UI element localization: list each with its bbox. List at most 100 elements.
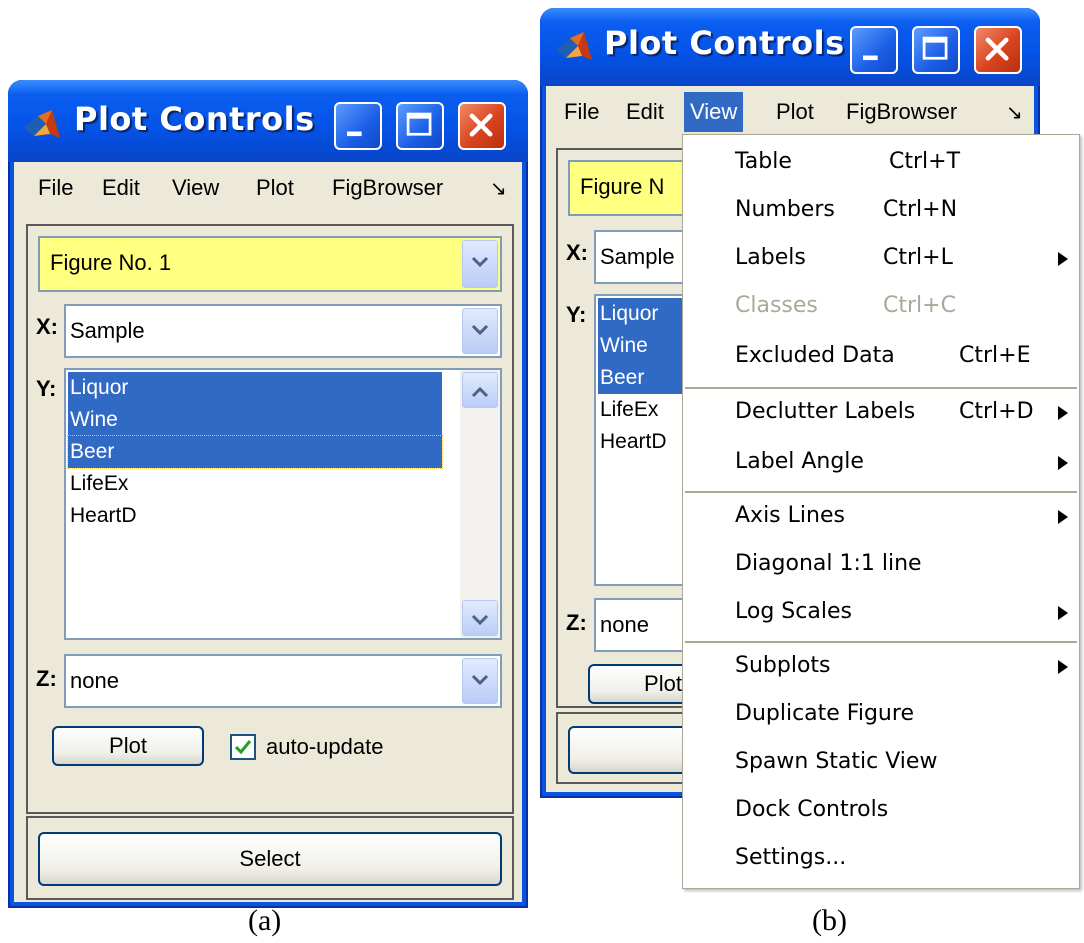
menu-item-label: Label Angle xyxy=(735,449,864,474)
menu-item-duplicate-figure[interactable]: Duplicate Figure xyxy=(683,691,1079,739)
menu-item-label: Table xyxy=(735,149,792,174)
list-item[interactable]: Liquor xyxy=(68,372,442,404)
menu-item-log-scales[interactable]: Log Scales xyxy=(683,589,1079,637)
list-item[interactable]: LifeEx xyxy=(68,468,128,500)
chevron-up-icon xyxy=(471,386,489,398)
submenu-arrow-icon xyxy=(1058,406,1068,420)
menu-item-label: Numbers xyxy=(735,197,835,222)
menu-figbrowser[interactable]: FigBrowser xyxy=(328,174,447,202)
z-axis-label: Z: xyxy=(36,666,57,691)
close-button[interactable] xyxy=(458,102,506,150)
menu-item-table[interactable]: Table Ctrl+T xyxy=(683,139,1079,187)
menu-item-subplots[interactable]: Subplots xyxy=(683,643,1079,691)
menu-item-dock-controls[interactable]: Dock Controls xyxy=(683,787,1079,835)
menu-plot[interactable]: Plot xyxy=(252,174,298,202)
menu-item-label: Duplicate Figure xyxy=(735,701,914,726)
caption-a: (a) xyxy=(248,904,282,937)
chevron-down-icon xyxy=(471,614,489,626)
z-select-value: none xyxy=(600,612,649,637)
x-axis-label: X: xyxy=(566,240,588,265)
menu-item-shortcut: Ctrl+N xyxy=(883,197,958,222)
menu-item-label: Spawn Static View xyxy=(735,749,938,774)
z-select-dropdown-button[interactable] xyxy=(462,658,498,704)
x-select[interactable]: Sample xyxy=(64,304,502,358)
window-title: Plot Controls xyxy=(74,100,315,138)
menu-item-declutter-labels[interactable]: Declutter Labels Ctrl+D xyxy=(683,389,1079,437)
checkmark-icon xyxy=(234,740,252,755)
maximize-icon xyxy=(922,36,948,60)
view-menu-dropdown: Table Ctrl+T Numbers Ctrl+N Labels Ctrl+… xyxy=(682,134,1080,889)
y-axis-label: Y: xyxy=(36,376,57,401)
close-button[interactable] xyxy=(974,26,1022,74)
menu-figbrowser[interactable]: FigBrowser xyxy=(842,98,961,126)
menu-item-label: Declutter Labels xyxy=(735,399,916,424)
chevron-down-icon xyxy=(471,324,489,336)
maximize-icon xyxy=(406,112,432,136)
chevron-down-icon xyxy=(471,674,489,686)
figure-select[interactable]: Figure No. 1 xyxy=(38,236,502,292)
maximize-button[interactable] xyxy=(396,102,444,150)
submenu-arrow-icon xyxy=(1058,456,1068,470)
z-select-value: none xyxy=(70,668,119,693)
submenu-arrow-icon xyxy=(1058,252,1068,266)
menu-item-shortcut: Ctrl+E xyxy=(959,343,1031,368)
submenu-arrow-icon xyxy=(1058,660,1068,674)
menu-item-settings[interactable]: Settings... xyxy=(683,835,1079,883)
x-axis-label: X: xyxy=(36,314,58,339)
z-select[interactable]: none xyxy=(64,654,502,708)
minimize-button[interactable] xyxy=(850,26,898,74)
menu-item-labels[interactable]: Labels Ctrl+L xyxy=(683,235,1079,283)
select-button[interactable]: Select xyxy=(38,832,502,886)
menu-item-axis-lines[interactable]: Axis Lines xyxy=(683,493,1079,541)
x-select-value: Sample xyxy=(600,244,675,269)
submenu-arrow-icon xyxy=(1058,510,1068,524)
list-item[interactable]: LifeEx xyxy=(598,394,658,426)
menu-item-label: Labels xyxy=(735,245,806,270)
figure-select-dropdown-button[interactable] xyxy=(462,240,498,288)
title-bar[interactable]: Plot Controls xyxy=(540,8,1040,86)
menu-view[interactable]: View xyxy=(684,92,744,132)
x-select-value: Sample xyxy=(70,318,145,343)
menu-item-label: Excluded Data xyxy=(735,343,895,368)
list-item[interactable]: Wine xyxy=(68,404,442,436)
menu-bar: File Edit View Plot FigBrowser ↘ xyxy=(546,86,1034,138)
menu-item-numbers[interactable]: Numbers Ctrl+N xyxy=(683,187,1079,235)
menu-view[interactable]: View xyxy=(168,174,223,202)
y-listbox-scrollbar[interactable] xyxy=(460,370,500,638)
list-item[interactable]: HeartD xyxy=(68,500,137,532)
menu-item-diagonal-line[interactable]: Diagonal 1:1 line xyxy=(683,541,1079,589)
menu-overflow-icon[interactable]: ↘ xyxy=(490,176,507,201)
scroll-down-button[interactable] xyxy=(462,600,498,636)
minimize-button[interactable] xyxy=(334,102,382,150)
auto-update-label: auto-update xyxy=(266,734,384,759)
maximize-button[interactable] xyxy=(912,26,960,74)
x-select-dropdown-button[interactable] xyxy=(462,308,498,354)
chevron-down-icon xyxy=(471,256,489,268)
title-bar[interactable]: Plot Controls xyxy=(8,80,528,162)
menu-edit[interactable]: Edit xyxy=(98,174,144,202)
menu-bar: File Edit View Plot FigBrowser ↘ xyxy=(14,162,522,214)
figure-select-value: Figure N xyxy=(580,174,665,199)
menu-item-spawn-static-view[interactable]: Spawn Static View xyxy=(683,739,1079,787)
submenu-arrow-icon xyxy=(1058,606,1068,620)
plot-controls-window-a: Plot Controls File Edit View Plot FigBro… xyxy=(8,80,528,908)
menu-file[interactable]: File xyxy=(560,98,603,126)
menu-item-label-angle[interactable]: Label Angle xyxy=(683,439,1079,487)
scroll-up-button[interactable] xyxy=(462,372,498,408)
list-item[interactable]: Beer xyxy=(67,435,443,469)
y-axis-label: Y: xyxy=(566,302,587,327)
menu-item-shortcut: Ctrl+L xyxy=(883,245,953,270)
menu-overflow-icon[interactable]: ↘ xyxy=(1006,100,1023,125)
caption-b: (b) xyxy=(812,904,847,937)
y-listbox[interactable]: Liquor Wine Beer LifeEx HeartD xyxy=(64,368,502,640)
menu-item-excluded-data[interactable]: Excluded Data Ctrl+E xyxy=(683,333,1079,381)
menu-item-shortcut: Ctrl+D xyxy=(959,399,1034,424)
auto-update-checkbox[interactable] xyxy=(230,734,256,760)
close-icon xyxy=(985,37,1009,61)
plot-button[interactable]: Plot xyxy=(52,726,204,766)
menu-file[interactable]: File xyxy=(34,174,77,202)
menu-edit[interactable]: Edit xyxy=(622,98,668,126)
menu-item-shortcut: Ctrl+C xyxy=(883,293,956,318)
menu-plot[interactable]: Plot xyxy=(772,98,818,126)
list-item[interactable]: HeartD xyxy=(598,426,667,458)
